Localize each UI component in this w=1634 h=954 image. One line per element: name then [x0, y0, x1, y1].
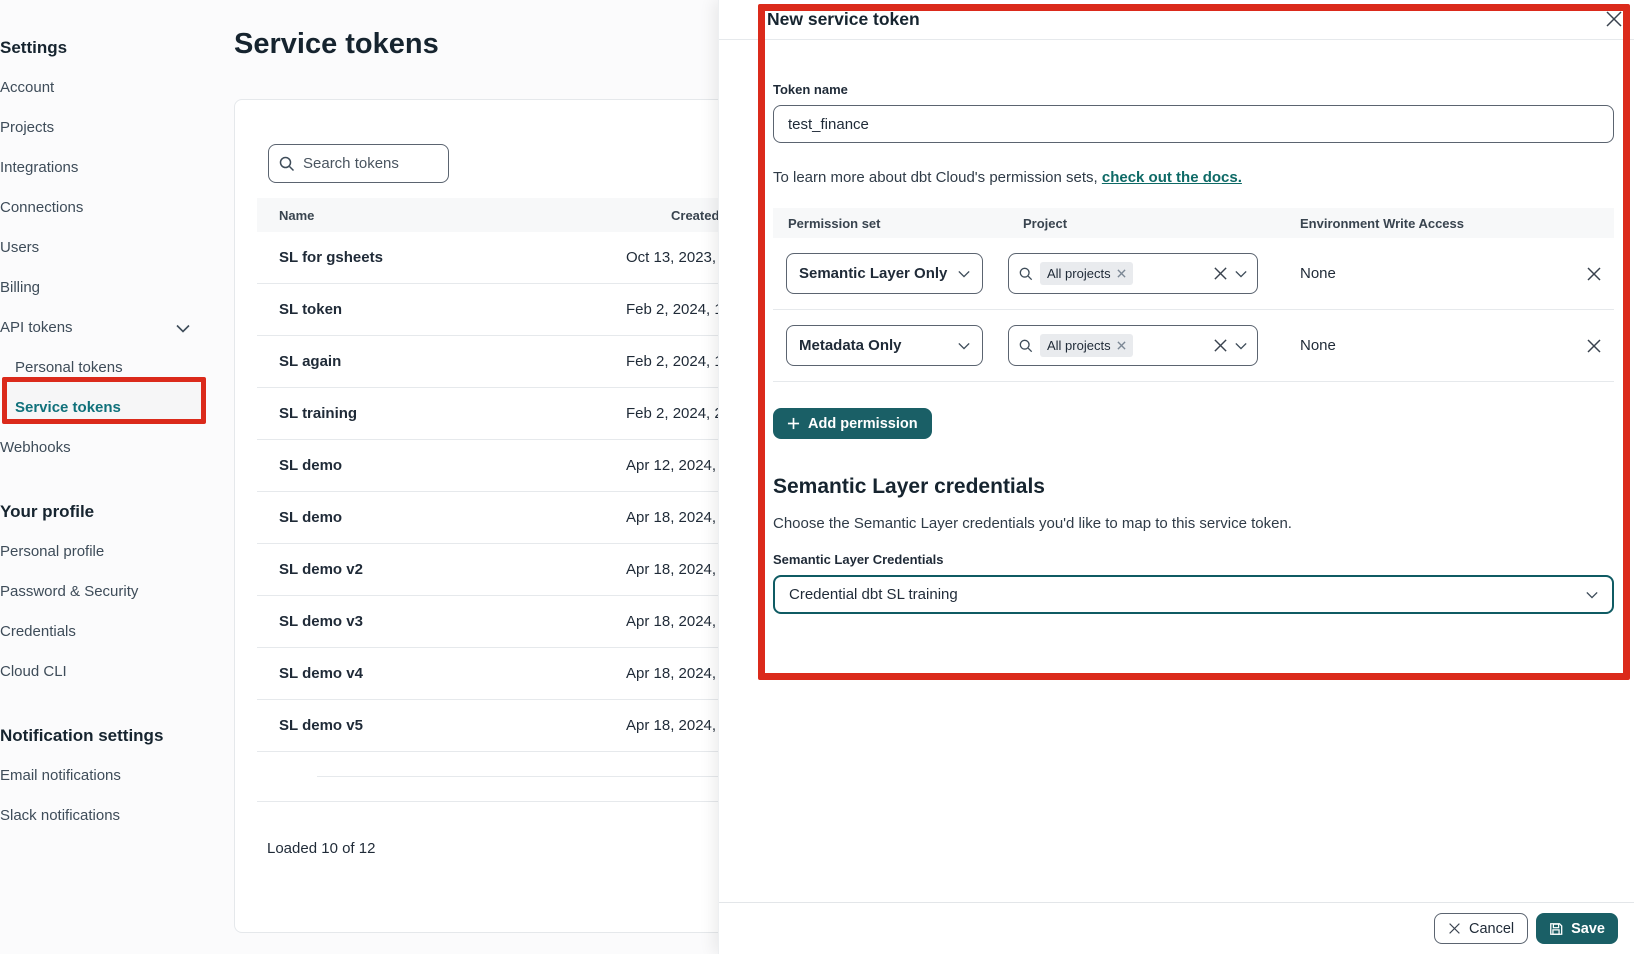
chevron-down-icon: [1586, 591, 1598, 599]
permission-set-value: Metadata Only: [799, 337, 902, 354]
docs-link[interactable]: check out the docs.: [1102, 169, 1242, 186]
docs-text: To learn more about dbt Cloud's permissi…: [773, 169, 1102, 186]
column-header-permission-set: Permission set: [773, 216, 1008, 231]
search-input[interactable]: [303, 155, 423, 172]
sidebar-item-personal-tokens[interactable]: Personal tokens: [0, 348, 222, 388]
save-button[interactable]: Save: [1536, 913, 1618, 944]
project-chip-label: All projects: [1047, 338, 1111, 353]
column-header-name: Name: [257, 208, 626, 223]
sidebar-item-personal-profile[interactable]: Personal profile: [0, 532, 222, 572]
token-name: SL demo v3: [257, 613, 626, 630]
search-icon: [279, 156, 295, 172]
sidebar-item-password-security[interactable]: Password & Security: [0, 572, 222, 612]
cancel-label: Cancel: [1469, 921, 1514, 937]
save-disk-icon: [1549, 922, 1563, 936]
clear-selection-icon[interactable]: [1213, 338, 1228, 353]
add-permission-button[interactable]: Add permission: [773, 408, 932, 439]
permission-row: Metadata Only All projects: [773, 310, 1614, 382]
chevron-down-icon: [176, 324, 190, 333]
search-icon: [1019, 339, 1033, 353]
sidebar-item-webhooks[interactable]: Webhooks: [0, 428, 222, 468]
project-multiselect[interactable]: All projects: [1008, 253, 1258, 294]
token-name-label: Token name: [773, 82, 1614, 97]
settings-sidebar: Settings Account Projects Integrations C…: [0, 0, 222, 954]
chevron-down-icon: [1235, 270, 1247, 278]
page-title: Service tokens: [234, 28, 439, 61]
sidebar-item-credentials[interactable]: Credentials: [0, 612, 222, 652]
docs-helper-text: To learn more about dbt Cloud's permissi…: [773, 169, 1614, 186]
column-header-environment-write-access: Environment Write Access: [1285, 216, 1574, 231]
sidebar-item-slack-notifications[interactable]: Slack notifications: [0, 796, 222, 836]
close-icon: [1448, 922, 1461, 935]
add-permission-label: Add permission: [808, 416, 918, 432]
permission-set-select[interactable]: Semantic Layer Only: [786, 253, 983, 294]
sidebar-item-api-tokens[interactable]: API tokens: [0, 308, 222, 348]
drawer-body: Token name To learn more about dbt Cloud…: [719, 82, 1634, 614]
search-icon: [1019, 267, 1033, 281]
token-name: SL demo v4: [257, 665, 626, 682]
sidebar-item-billing[interactable]: Billing: [0, 268, 222, 308]
drawer-footer: Cancel Save: [719, 902, 1634, 954]
semantic-layer-credentials-description: Choose the Semantic Layer credentials yo…: [773, 515, 1614, 532]
environment-write-access-value: None: [1285, 337, 1574, 354]
sidebar-item-integrations[interactable]: Integrations: [0, 148, 222, 188]
column-header-project: Project: [1008, 216, 1285, 231]
sidebar-heading-your-profile: Your profile: [0, 492, 222, 532]
sidebar-item-account[interactable]: Account: [0, 68, 222, 108]
credentials-selected-value: Credential dbt SL training: [789, 586, 958, 603]
remove-chip-icon[interactable]: [1117, 269, 1126, 278]
delete-permission-icon[interactable]: [1574, 266, 1614, 282]
api-tokens-label: API tokens: [0, 308, 73, 348]
token-name: SL demo v5: [257, 717, 626, 734]
token-name: SL for gsheets: [257, 249, 626, 266]
delete-permission-icon[interactable]: [1574, 338, 1614, 354]
permission-row: Semantic Layer Only All projects: [773, 238, 1614, 310]
permission-set-select[interactable]: Metadata Only: [786, 325, 983, 366]
sidebar-heading-notification-settings: Notification settings: [0, 716, 222, 756]
permissions-table: Permission set Project Environment Write…: [773, 208, 1614, 382]
semantic-layer-credentials-heading: Semantic Layer credentials: [773, 475, 1614, 499]
chevron-down-icon: [958, 342, 970, 350]
project-chip: All projects: [1040, 262, 1133, 285]
clear-selection-icon[interactable]: [1213, 266, 1228, 281]
chevron-down-icon: [1235, 342, 1247, 350]
chevron-down-icon: [958, 270, 970, 278]
semantic-layer-credentials-label: Semantic Layer Credentials: [773, 552, 1614, 567]
close-icon[interactable]: [1602, 7, 1626, 31]
project-chip-label: All projects: [1047, 266, 1111, 281]
sidebar-item-connections[interactable]: Connections: [0, 188, 222, 228]
token-name: SL demo: [257, 509, 626, 526]
sidebar-heading-settings: Settings: [0, 28, 222, 68]
semantic-layer-credentials-select[interactable]: Credential dbt SL training: [773, 575, 1614, 614]
sidebar-item-users[interactable]: Users: [0, 228, 222, 268]
project-chip: All projects: [1040, 334, 1133, 357]
project-multiselect[interactable]: All projects: [1008, 325, 1258, 366]
cancel-button[interactable]: Cancel: [1434, 913, 1528, 944]
token-name: SL training: [257, 405, 626, 422]
new-service-token-drawer: New service token Token name To learn mo…: [718, 0, 1634, 954]
permission-set-value: Semantic Layer Only: [799, 265, 947, 282]
token-name: SL again: [257, 353, 626, 370]
token-name: SL token: [257, 301, 626, 318]
save-label: Save: [1571, 921, 1605, 937]
permissions-table-header: Permission set Project Environment Write…: [773, 208, 1614, 238]
token-name-input[interactable]: [773, 105, 1614, 143]
drawer-header: New service token: [719, 0, 1634, 40]
token-name: SL demo: [257, 457, 626, 474]
token-name: SL demo v2: [257, 561, 626, 578]
remove-chip-icon[interactable]: [1117, 341, 1126, 350]
sidebar-item-service-tokens[interactable]: Service tokens: [0, 388, 222, 428]
sidebar-item-cloud-cli[interactable]: Cloud CLI: [0, 652, 222, 692]
sidebar-item-email-notifications[interactable]: Email notifications: [0, 756, 222, 796]
environment-write-access-value: None: [1285, 265, 1574, 282]
plus-icon: [787, 417, 800, 430]
drawer-title: New service token: [767, 9, 920, 30]
sidebar-item-projects[interactable]: Projects: [0, 108, 222, 148]
search-tokens-box[interactable]: [268, 144, 449, 183]
